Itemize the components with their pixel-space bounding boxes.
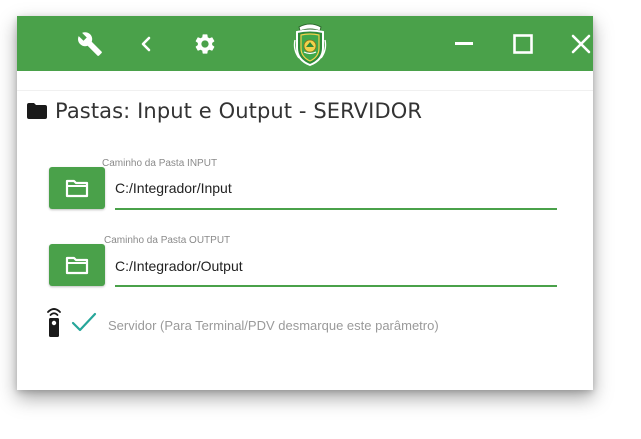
server-option-label: Servidor (Para Terminal/PDV desmarque es…: [108, 318, 439, 333]
input-folder-label: Caminho da Pasta INPUT: [102, 158, 218, 169]
section-header: Pastas: Input e Output - SERVIDOR: [27, 96, 422, 126]
input-folder-field[interactable]: [115, 178, 557, 198]
server-option-row: [45, 306, 97, 338]
output-folder-field[interactable]: [115, 256, 557, 276]
server-checkbox[interactable]: [71, 311, 97, 333]
folder-open-icon: [65, 256, 89, 275]
divider: [17, 90, 593, 91]
folder-icon: [27, 103, 47, 119]
output-folder-label: Caminho da Pasta OUTPUT: [104, 235, 231, 246]
output-folder-button[interactable]: [49, 244, 105, 286]
close-icon[interactable]: [569, 16, 593, 71]
input-folder-button[interactable]: [49, 167, 105, 209]
output-folder-underline: [115, 285, 557, 287]
gear-icon[interactable]: [191, 16, 219, 71]
folder-open-icon: [65, 179, 89, 198]
chevron-left-icon[interactable]: [135, 16, 157, 71]
wrench-icon[interactable]: [73, 16, 107, 71]
remote-control-icon: [47, 308, 61, 337]
title-bar: [17, 16, 593, 71]
app-window: Pastas: Input e Output - SERVIDOR Caminh…: [17, 16, 593, 390]
page-title: Pastas: Input e Output - SERVIDOR: [55, 99, 423, 123]
minimize-icon[interactable]: [453, 16, 475, 71]
state-emblem-icon: [288, 16, 332, 71]
input-folder-underline: [115, 208, 557, 210]
maximize-icon[interactable]: [511, 16, 535, 71]
